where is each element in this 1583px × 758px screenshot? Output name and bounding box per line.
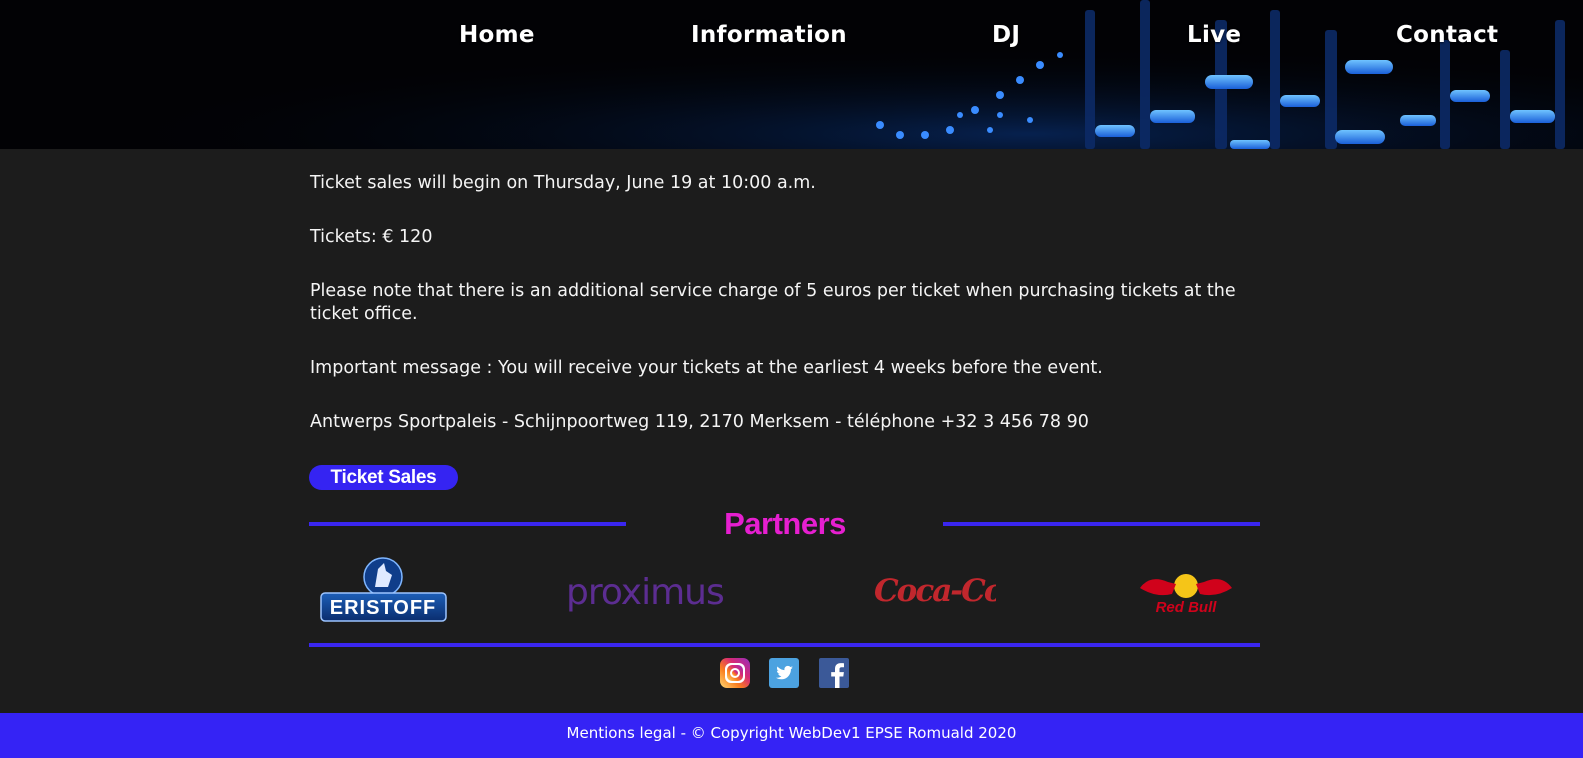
venue-address-text: Antwerps Sportpaleis - Schijnpoortweg 11… [310, 412, 1089, 432]
twitter-icon[interactable] [769, 658, 799, 688]
nav-home[interactable]: Home [459, 22, 535, 48]
eristoff-logo[interactable]: ERISTOFF [320, 557, 447, 623]
proximus-logo[interactable]: proximus [566, 572, 751, 614]
nav-contact[interactable]: Contact [1396, 22, 1498, 48]
proximus-logo-text: proximus [566, 572, 724, 613]
ticket-price-text: Tickets: € 120 [310, 227, 433, 247]
coca-cola-logo[interactable]: Coca-Cola [872, 567, 996, 613]
sales-start-text: Ticket sales will begin on Thursday, Jun… [310, 173, 816, 193]
eristoff-logo-text: ERISTOFF [330, 597, 437, 619]
nav-dj[interactable]: DJ [992, 22, 1020, 48]
instagram-icon[interactable] [720, 658, 750, 688]
important-message-text: Important message : You will receive you… [310, 358, 1103, 378]
red-bull-logo-text: Red Bull [1156, 599, 1218, 616]
partners-divider-right [943, 522, 1260, 526]
footer: Mentions legal - © Copyright WebDev1 EPS… [0, 713, 1583, 758]
social-divider [309, 643, 1260, 647]
main-nav: Home Information DJ Live Contact [0, 22, 1583, 58]
ticket-sales-button[interactable]: Ticket Sales [309, 465, 458, 490]
service-charge-text: Please note that there is an additional … [310, 281, 1236, 324]
red-bull-logo[interactable]: Red Bull [1136, 570, 1236, 616]
nav-information[interactable]: Information [691, 22, 847, 48]
footer-copyright-link[interactable]: Mentions legal - © Copyright WebDev1 EPS… [567, 724, 1017, 742]
coca-cola-logo-text: Coca-Cola [874, 573, 996, 609]
partners-title: Partners [724, 506, 846, 541]
nav-live[interactable]: Live [1187, 22, 1241, 48]
partners-divider-left [309, 522, 626, 526]
header: Home Information DJ Live Contact [0, 0, 1583, 149]
facebook-icon[interactable] [819, 658, 849, 688]
